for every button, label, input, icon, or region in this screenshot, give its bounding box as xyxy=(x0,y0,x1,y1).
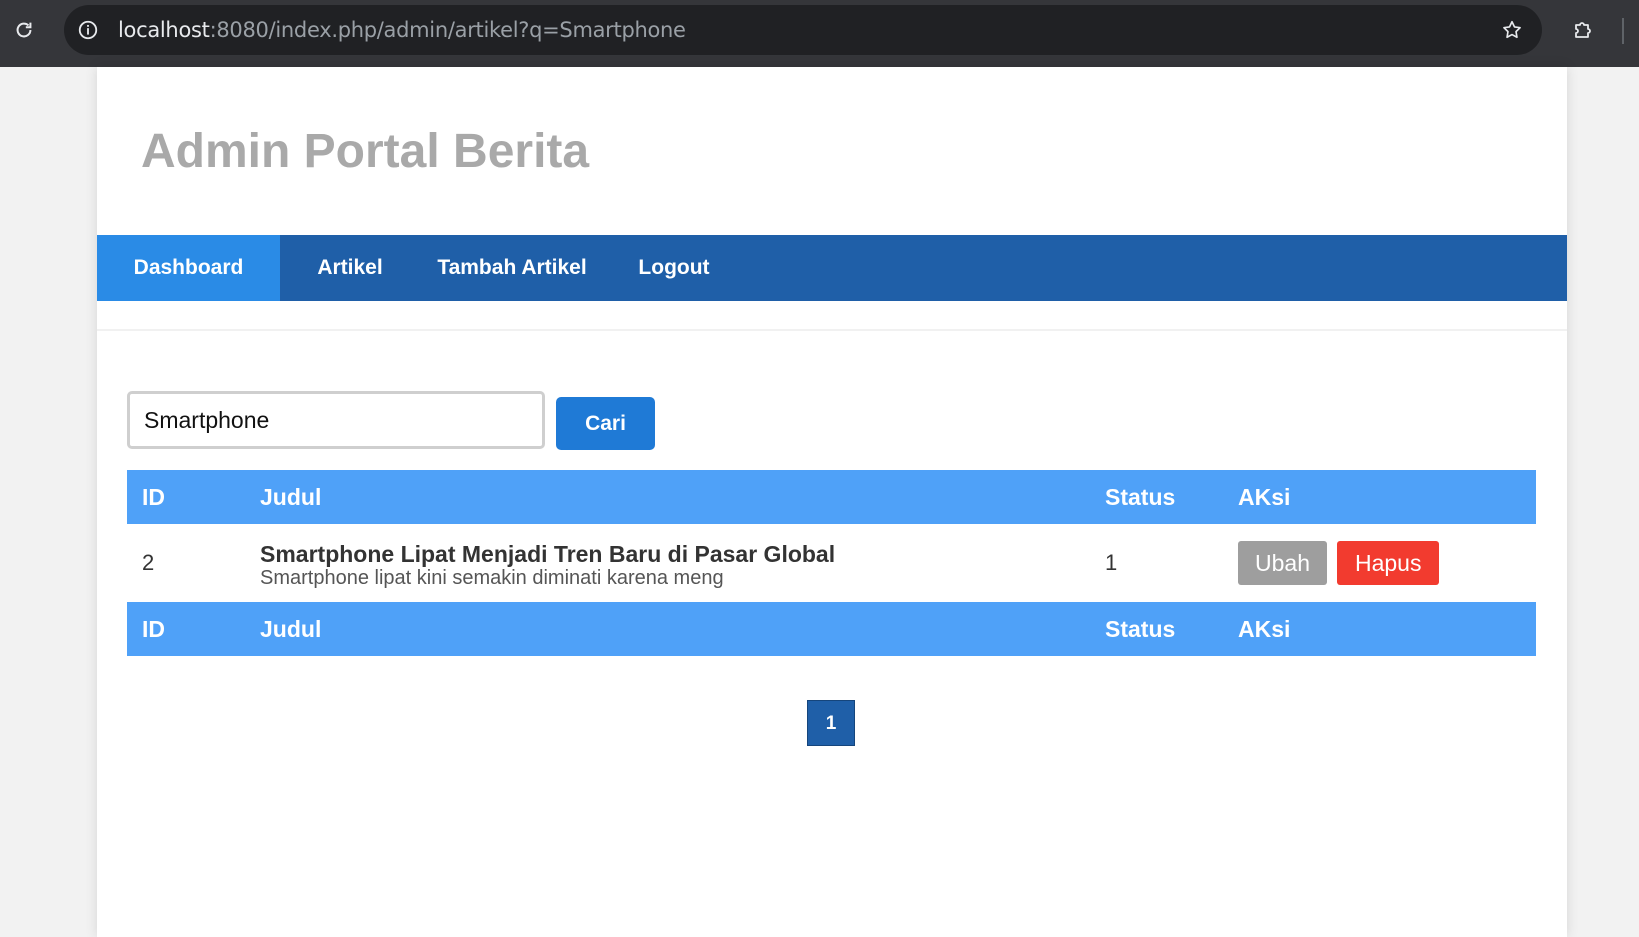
header-status: Status xyxy=(1090,470,1223,524)
cell-judul: Smartphone Lipat Menjadi Tren Baru di Pa… xyxy=(245,524,1090,602)
nav-item-tambah-artikel[interactable]: Tambah Artikel xyxy=(420,235,604,301)
table-header-row: ID Judul Status AKsi xyxy=(127,470,1536,524)
header-judul: Judul xyxy=(245,470,1090,524)
reload-icon[interactable] xyxy=(12,18,36,42)
nav-item-dashboard[interactable]: Dashboard xyxy=(97,235,280,301)
footer-status: Status xyxy=(1090,602,1223,656)
delete-button[interactable]: Hapus xyxy=(1336,541,1440,585)
article-snippet: Smartphone lipat kini semakin diminati k… xyxy=(260,567,724,589)
edit-button[interactable]: Ubah xyxy=(1238,541,1327,585)
content-divider xyxy=(97,329,1567,331)
nav-item-logout[interactable]: Logout xyxy=(604,235,744,301)
cell-aksi: Ubah Hapus xyxy=(1223,524,1536,602)
url-host: localhost xyxy=(118,18,210,42)
pagination-page-1[interactable]: 1 xyxy=(807,700,855,746)
search-button[interactable]: Cari xyxy=(556,397,655,450)
address-bar[interactable]: localhost:8080/index.php/admin/artikel?q… xyxy=(64,5,1542,55)
page-title: Admin Portal Berita xyxy=(141,125,590,178)
toolbar-divider xyxy=(1622,18,1624,44)
cell-id: 2 xyxy=(142,550,155,575)
articles-table: ID Judul Status AKsi 2 Smartphone Lipat … xyxy=(127,470,1536,656)
main-navigation: Dashboard Artikel Tambah Artikel Logout xyxy=(97,235,1567,301)
site-info-icon[interactable] xyxy=(76,18,100,42)
cell-status: 1 xyxy=(1105,550,1118,575)
url-text[interactable]: localhost:8080/index.php/admin/artikel?q… xyxy=(118,18,686,42)
extensions-puzzle-icon[interactable] xyxy=(1570,17,1596,43)
table-row: 2 Smartphone Lipat Menjadi Tren Baru di … xyxy=(127,524,1536,602)
browser-toolbar: localhost:8080/index.php/admin/artikel?q… xyxy=(0,0,1639,67)
table-footer-row: ID Judul Status AKsi xyxy=(127,602,1536,656)
url-path: :8080/index.php/admin/artikel?q=Smartpho… xyxy=(209,18,686,42)
footer-aksi: AKsi xyxy=(1223,602,1536,656)
article-title: Smartphone Lipat Menjadi Tren Baru di Pa… xyxy=(260,541,836,567)
nav-item-artikel[interactable]: Artikel xyxy=(280,235,420,301)
search-input[interactable] xyxy=(127,391,545,449)
page-container: Admin Portal Berita Dashboard Artikel Ta… xyxy=(97,67,1567,937)
header-aksi: AKsi xyxy=(1223,470,1536,524)
header-id: ID xyxy=(127,470,245,524)
bookmark-star-icon[interactable] xyxy=(1500,18,1524,42)
footer-judul: Judul xyxy=(245,602,1090,656)
footer-id: ID xyxy=(127,602,245,656)
